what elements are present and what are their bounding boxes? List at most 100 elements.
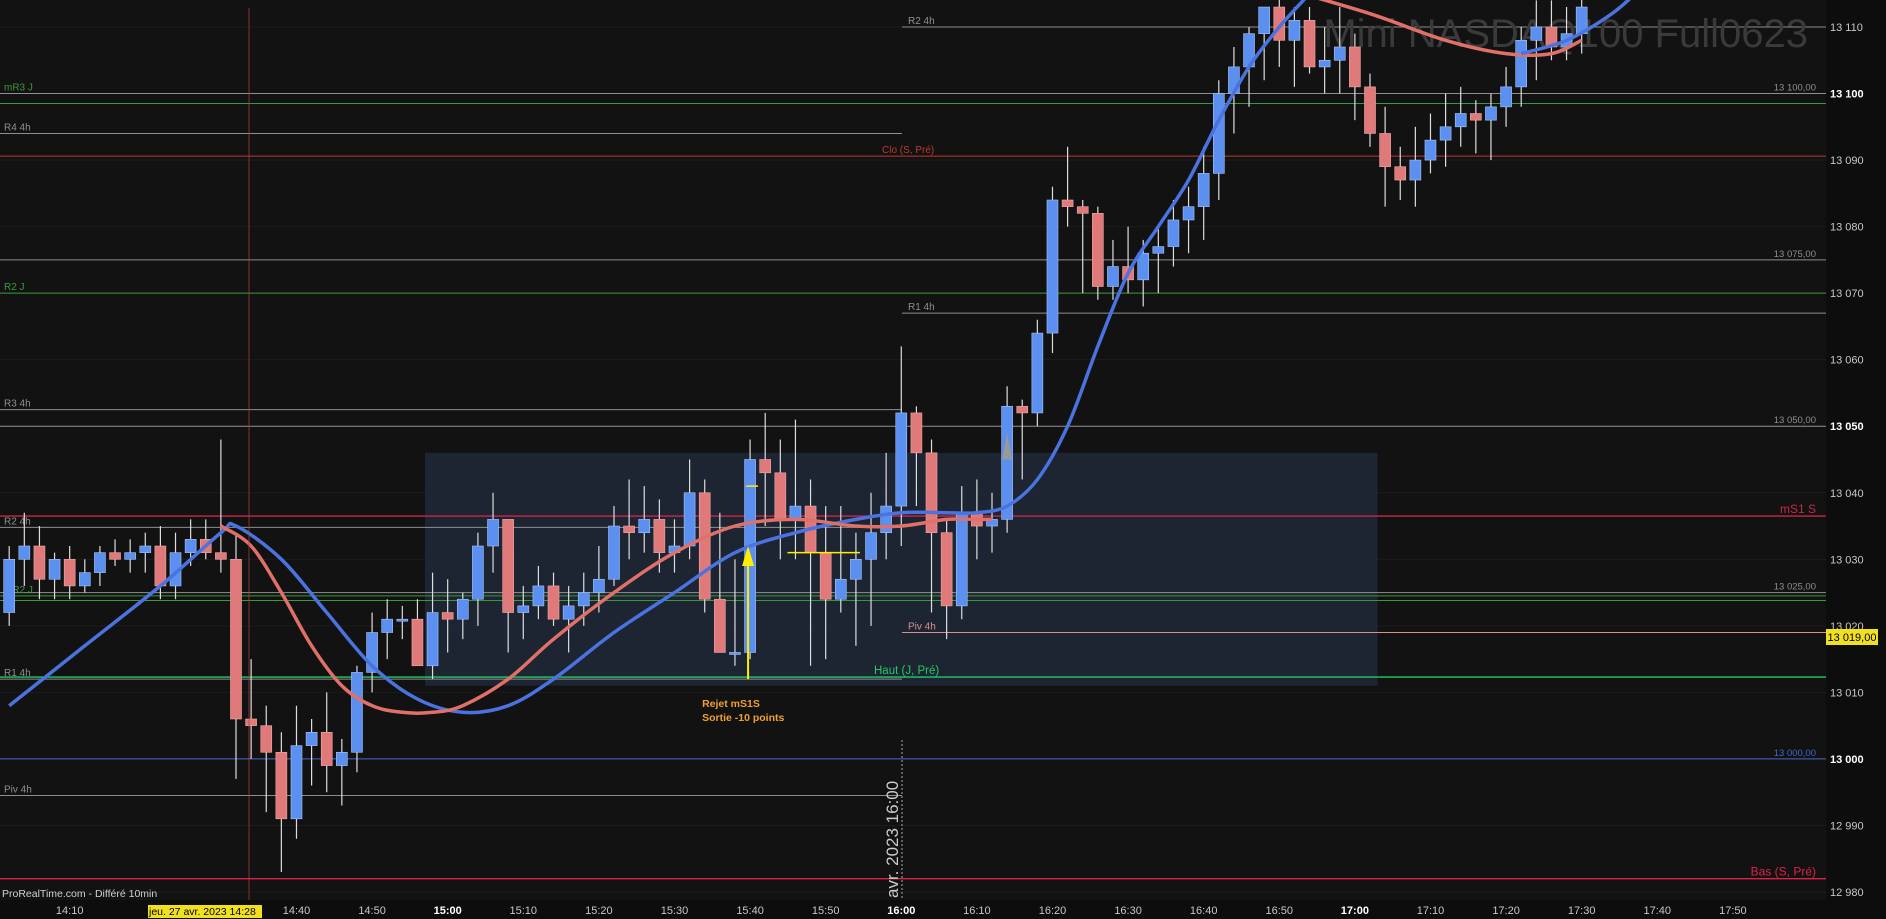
level-label: 13 100,00 (1774, 83, 1816, 94)
candle-body (1288, 20, 1301, 41)
candle-body (1439, 126, 1452, 141)
time-tick: 17:40 (1644, 905, 1672, 917)
price-axis-background (1826, 0, 1886, 919)
level-label: R1 4h (908, 302, 935, 313)
time-axis[interactable]: 14:10 14:40 14:50 15:00 15:10 15:20 15:30 15:40… (56, 905, 1747, 917)
candle-body (1076, 206, 1089, 214)
time-tick: 14:40 (283, 905, 311, 917)
candle-body (774, 472, 787, 520)
candle-body (1092, 213, 1104, 287)
candle-body (472, 545, 484, 600)
candle-body (1213, 93, 1225, 174)
candle-body (230, 559, 242, 720)
candle-body (638, 519, 651, 533)
level-label: Piv 4h (4, 785, 32, 796)
candle-body (1409, 159, 1422, 181)
time-tick: 15:20 (585, 905, 613, 917)
time-tick: 15:40 (736, 905, 764, 917)
level-label: R1 4h (4, 668, 31, 679)
candle-body (608, 525, 620, 580)
price-tick: 13 090 (1830, 155, 1864, 167)
level-label: 13 025,00 (1774, 582, 1816, 593)
candle-body (411, 618, 424, 667)
candle-body (1258, 6, 1270, 34)
candle-body (895, 412, 908, 507)
candle-body (653, 519, 666, 553)
candle-body (910, 412, 923, 454)
candle-body (109, 552, 121, 560)
candle-body (305, 732, 318, 746)
candle-body (351, 672, 363, 753)
time-tick: 16:20 (1039, 905, 1067, 917)
candle-body (290, 745, 303, 820)
footer-note: ProRealTime.com - Différé 10min (2, 888, 157, 900)
candle-body (1167, 219, 1180, 247)
candle-body (940, 532, 953, 607)
time-tick: 16:40 (1190, 905, 1218, 917)
time-tick: 15:00 (434, 905, 462, 917)
candle-body (834, 578, 847, 600)
price-tick: 13 070 (1830, 288, 1864, 300)
candle-body (789, 505, 802, 520)
candle-body (532, 585, 545, 607)
time-tick: 17:20 (1492, 905, 1520, 917)
candle-body (260, 725, 273, 753)
time-tick: 16:00 (887, 905, 915, 917)
candle-body (487, 519, 499, 547)
candle-body (215, 552, 227, 560)
candle-body (502, 519, 514, 613)
candle-body (517, 605, 530, 613)
level-label: R4 4h (4, 122, 31, 133)
candle-body (865, 532, 877, 560)
candle-body (1197, 173, 1210, 207)
level-label: R2 J (4, 282, 25, 293)
candle-body (18, 545, 31, 560)
candle-body (1182, 206, 1195, 221)
candle-body (759, 459, 772, 474)
candle-body (1500, 86, 1512, 108)
time-tick: 16:10 (963, 905, 991, 917)
price-tick: 13 100 (1830, 89, 1864, 101)
candle-body (381, 618, 394, 633)
level-label: 13 000,00 (1774, 748, 1816, 759)
candle-body (1318, 59, 1331, 68)
time-tick: 14:10 (56, 905, 84, 917)
annotation-line1: Rejet mS1S (702, 698, 760, 710)
level-label: R3 4h (4, 399, 31, 410)
price-tick: 12 980 (1830, 887, 1864, 899)
candle-body (1454, 113, 1467, 128)
level-label: 13 075,00 (1774, 249, 1816, 260)
candle-body (63, 559, 76, 587)
level-label: Clo (S, Pré) (882, 145, 934, 156)
candle-body (33, 545, 46, 580)
candle-body (593, 578, 605, 593)
level-label: 13 050,00 (1774, 415, 1816, 426)
candle-body (320, 732, 333, 766)
time-tick: 16:50 (1266, 905, 1294, 917)
candle-body (3, 559, 15, 613)
price-tick: 13 080 (1830, 222, 1864, 234)
candle-body (714, 598, 726, 653)
price-tick: 13 030 (1830, 554, 1864, 566)
price-tick: 12 990 (1830, 820, 1864, 832)
candlestick-chart[interactable]: R2 4h mR3 J 13 100,00 R4 4h Clo (S, Pré) 13 0… (0, 0, 1886, 919)
candle-body (1470, 113, 1482, 121)
price-tick: 13 060 (1830, 355, 1864, 367)
candle-body (850, 559, 862, 580)
candle-body (1379, 133, 1391, 168)
candle-body (275, 751, 288, 820)
candle-body (698, 492, 711, 600)
candle-body (1016, 405, 1029, 414)
candle-body (1046, 199, 1059, 334)
candle-body (336, 751, 348, 766)
candle-body (1107, 266, 1119, 287)
candle-body (1364, 86, 1376, 134)
level-label: R2 4h (908, 16, 935, 27)
candle-body (577, 592, 590, 607)
level-label: Bas (S, Pré) (1751, 865, 1816, 879)
price-tick: 13 000 (1830, 754, 1864, 766)
vertical-date-label: avr. 2023 16:00 (883, 781, 902, 898)
candle-body (729, 652, 741, 655)
time-tick: 15:10 (510, 905, 538, 917)
candle-body (184, 539, 197, 553)
